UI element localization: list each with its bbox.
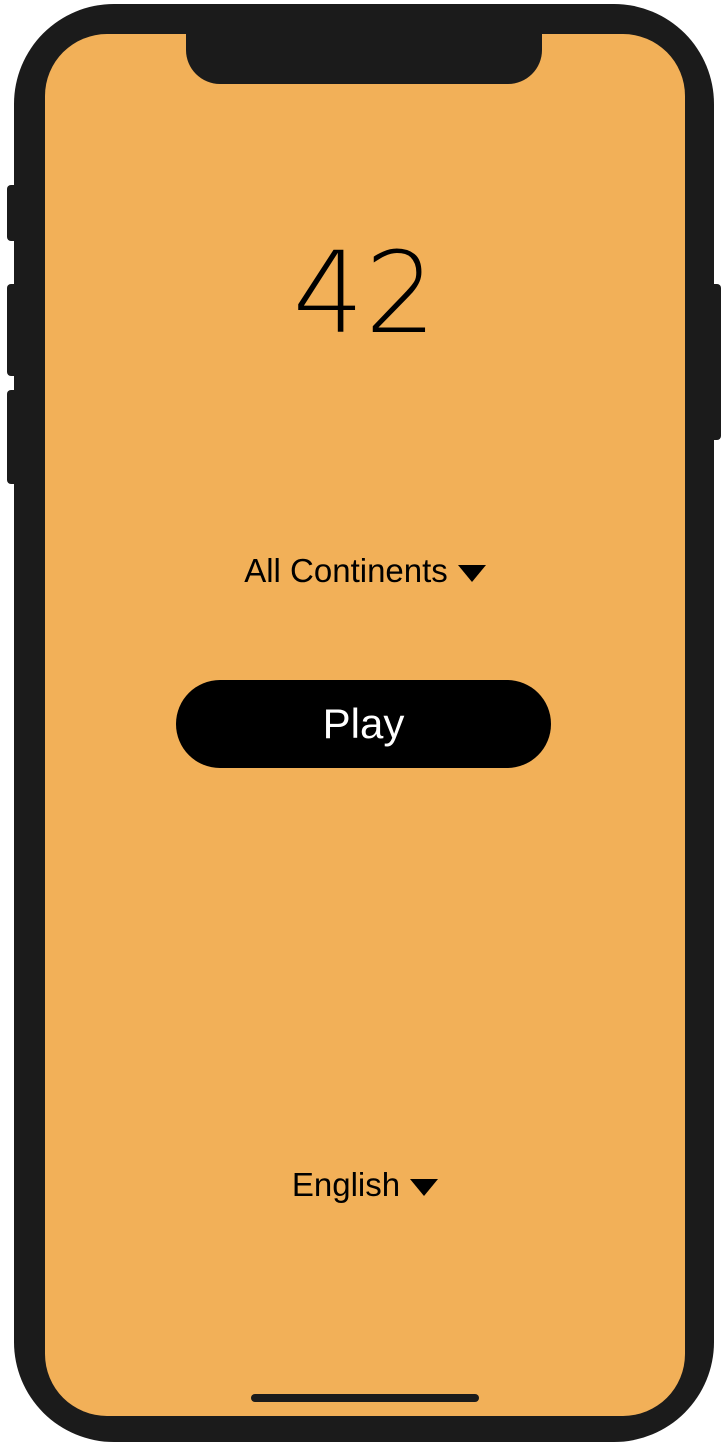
app-screen: 42 All Continents Play English xyxy=(45,34,685,1416)
home-indicator xyxy=(251,1394,479,1402)
language-dropdown-label: English xyxy=(291,1166,401,1203)
play-button[interactable]: Play xyxy=(176,680,551,768)
caret-down-icon xyxy=(457,564,486,582)
score-display: 42 xyxy=(292,229,438,359)
continent-dropdown-label: All Continents xyxy=(244,552,448,589)
notch xyxy=(186,34,542,84)
caret-down-icon xyxy=(410,1178,439,1196)
continent-dropdown[interactable]: All Continents xyxy=(45,551,685,591)
language-dropdown[interactable]: English xyxy=(45,1165,685,1205)
